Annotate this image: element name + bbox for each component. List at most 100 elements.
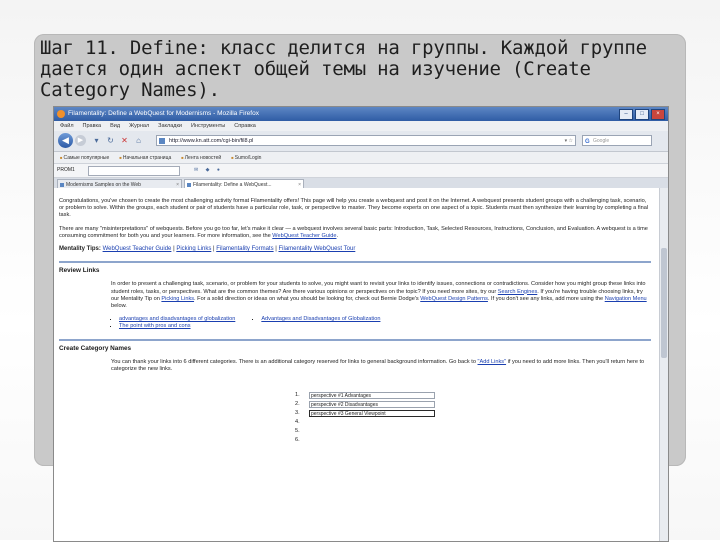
category-row: 6.: [295, 436, 651, 445]
category-input-2[interactable]: perspective #2 Disadvantages: [309, 401, 435, 409]
bookmark-login[interactable]: Sumo/Login: [231, 152, 262, 163]
tip-link-teacher-guide[interactable]: WebQuest Teacher Guide: [103, 246, 172, 252]
mentality-tips: Mentality Tips: WebQuest Teacher Guide |…: [59, 246, 356, 253]
minimize-icon[interactable]: –: [619, 109, 633, 120]
design-patterns-link[interactable]: WebQuest Design Patterns: [420, 296, 488, 302]
tip-link-formats[interactable]: Filamentality Formats: [216, 246, 273, 252]
picking-links-link[interactable]: Picking Links: [161, 296, 194, 302]
reload-icon[interactable]: ↻: [106, 136, 115, 145]
category-input-3[interactable]: perspective #3 General Viewpoint: [309, 410, 435, 418]
review-paragraph: In order to present a challenging task, …: [59, 281, 651, 310]
review-link[interactable]: The point with pros and cons: [119, 323, 191, 329]
bookmarks-toolbar: Самые популярные Начальная страница Лент…: [54, 152, 668, 164]
teacher-guide-link[interactable]: WebQuest Teacher Guide: [272, 233, 336, 239]
stop-icon[interactable]: ✕: [120, 136, 129, 145]
intro-paragraph: Congratulations, you've chosen to create…: [59, 198, 649, 219]
firefox-logo-icon: [57, 110, 65, 118]
addon-toolbar: PROM1 ✉ ◆ ●: [54, 164, 668, 178]
search-input[interactable]: G Google: [582, 135, 652, 146]
category-input-5[interactable]: [309, 428, 435, 435]
links-column-1: advantages and disadvantages of globaliz…: [111, 316, 235, 330]
tab-favicon-icon: [187, 183, 191, 187]
category-number: 6.: [295, 437, 300, 444]
addon-icons[interactable]: ✉ ◆ ●: [194, 164, 223, 177]
page-content: Congratulations, you've chosen to create…: [59, 198, 651, 445]
list-item: The point with pros and cons: [119, 323, 235, 330]
menu-file[interactable]: Файл: [60, 121, 74, 131]
review-links-list: advantages and disadvantages of globaliz…: [59, 316, 651, 330]
category-row: 5.: [295, 427, 651, 436]
window-titlebar: Filamentality: Define a WebQuest for Mod…: [54, 107, 668, 121]
bookmark-start-page[interactable]: Начальная страница: [119, 152, 171, 163]
intro-text: There are many "misinterpretations" of w…: [59, 225, 648, 239]
review-text: . If you don't see any links, add more u…: [487, 295, 604, 302]
google-icon: G: [585, 139, 590, 145]
category-number: 1.: [295, 392, 300, 399]
tip-link-tour[interactable]: Filamentality WebQuest Tour: [279, 246, 356, 252]
tips-label: Mentality Tips:: [59, 246, 101, 253]
addon-label: PROM1: [57, 167, 75, 173]
category-row: 3. perspective #3 General Viewpoint: [295, 409, 651, 418]
review-text: below.: [111, 303, 127, 310]
dropdown-icon[interactable]: ▾: [92, 136, 101, 145]
window-controls: – □ ×: [619, 109, 665, 120]
review-text: . For a solid direction or ideas on what…: [194, 295, 419, 302]
menu-edit[interactable]: Правка: [83, 121, 102, 131]
links-column-2: Advantages and Disadvantages of Globaliz…: [253, 316, 380, 330]
category-number: 4.: [295, 419, 300, 426]
category-number: 3.: [295, 410, 300, 417]
section-divider: [59, 261, 651, 264]
bookmark-popular[interactable]: Самые популярные: [60, 152, 110, 163]
create-category-heading: Create Category Names: [59, 344, 132, 352]
close-icon[interactable]: ×: [651, 109, 665, 120]
menu-help[interactable]: Справка: [234, 121, 256, 131]
url-dropdown-icon[interactable]: ▾ ☆: [565, 136, 573, 147]
create-text: You can thank your links into 6 differen…: [111, 358, 476, 365]
review-link[interactable]: Advantages and Disadvantages of Globaliz…: [261, 316, 380, 322]
slide: Шаг 11. Define: класс делится на группы.…: [0, 0, 720, 542]
page-scrollbar[interactable]: [659, 188, 668, 541]
category-row: 2. perspective #2 Disadvantages: [295, 400, 651, 409]
forward-button[interactable]: ▶: [75, 135, 86, 146]
intro-paragraph-2: There are many "misinterpretations" of w…: [59, 225, 648, 239]
window-title: Filamentality: Define a WebQuest for Mod…: [68, 110, 259, 117]
section-divider: [59, 338, 651, 341]
category-number: 5.: [295, 428, 300, 435]
menu-bookmarks[interactable]: Закладки: [158, 121, 182, 131]
bookmark-news-feed[interactable]: Лента новостей: [181, 152, 221, 163]
category-input-4[interactable]: [309, 419, 435, 426]
home-icon[interactable]: ⌂: [134, 136, 143, 145]
category-input-1[interactable]: perspective #1 Advantages: [309, 392, 435, 400]
review-link[interactable]: advantages and disadvantages of globaliz…: [119, 316, 235, 322]
menu-history[interactable]: Журнал: [129, 121, 149, 131]
site-favicon-icon: [159, 138, 165, 144]
maximize-icon[interactable]: □: [635, 109, 649, 120]
list-item: advantages and disadvantages of globaliz…: [119, 316, 235, 323]
menu-tools[interactable]: Инструменты: [191, 121, 225, 131]
search-placeholder: Google: [593, 138, 610, 144]
category-list: 1. perspective #1 Advantages 2. perspect…: [295, 391, 651, 445]
search-engines-link[interactable]: Search Engines: [498, 289, 538, 295]
url-text: http://www.kn.att.com/cgi-bin/fil8.pl: [169, 138, 254, 144]
browser-screenshot: Filamentality: Define a WebQuest for Mod…: [53, 106, 669, 542]
create-paragraph: You can thank your links into 6 differen…: [59, 359, 651, 373]
menu-bar: Файл Правка Вид Журнал Закладки Инструме…: [54, 121, 668, 131]
category-input-6[interactable]: [309, 437, 435, 444]
category-number: 2.: [295, 401, 300, 408]
url-input[interactable]: http://www.kn.att.com/cgi-bin/fil8.pl ▾ …: [156, 135, 576, 146]
category-row: 4.: [295, 418, 651, 427]
review-links-heading: Review Links: [59, 267, 100, 275]
category-row: 1. perspective #1 Advantages: [295, 391, 651, 400]
menu-view[interactable]: Вид: [110, 121, 120, 131]
addon-select[interactable]: [88, 166, 180, 176]
web-page: Congratulations, you've chosen to create…: [54, 188, 660, 541]
list-item: Advantages and Disadvantages of Globaliz…: [261, 316, 380, 323]
add-links-link[interactable]: "Add Links": [478, 359, 507, 365]
scrollbar-thumb[interactable]: [661, 248, 667, 358]
navigation-toolbar: ◀ ▶ ▾ ↻ ✕ ⌂ http://www.kn.att.com/cgi-bi…: [54, 131, 668, 152]
slide-title: Шаг 11. Define: класс делится на группы.…: [40, 37, 647, 101]
tip-link-picking-links[interactable]: Picking Links: [176, 246, 211, 252]
back-button[interactable]: ◀: [58, 133, 73, 148]
tab-favicon-icon: [60, 183, 64, 187]
navigation-menu-link[interactable]: Navigation Menu: [605, 296, 647, 302]
